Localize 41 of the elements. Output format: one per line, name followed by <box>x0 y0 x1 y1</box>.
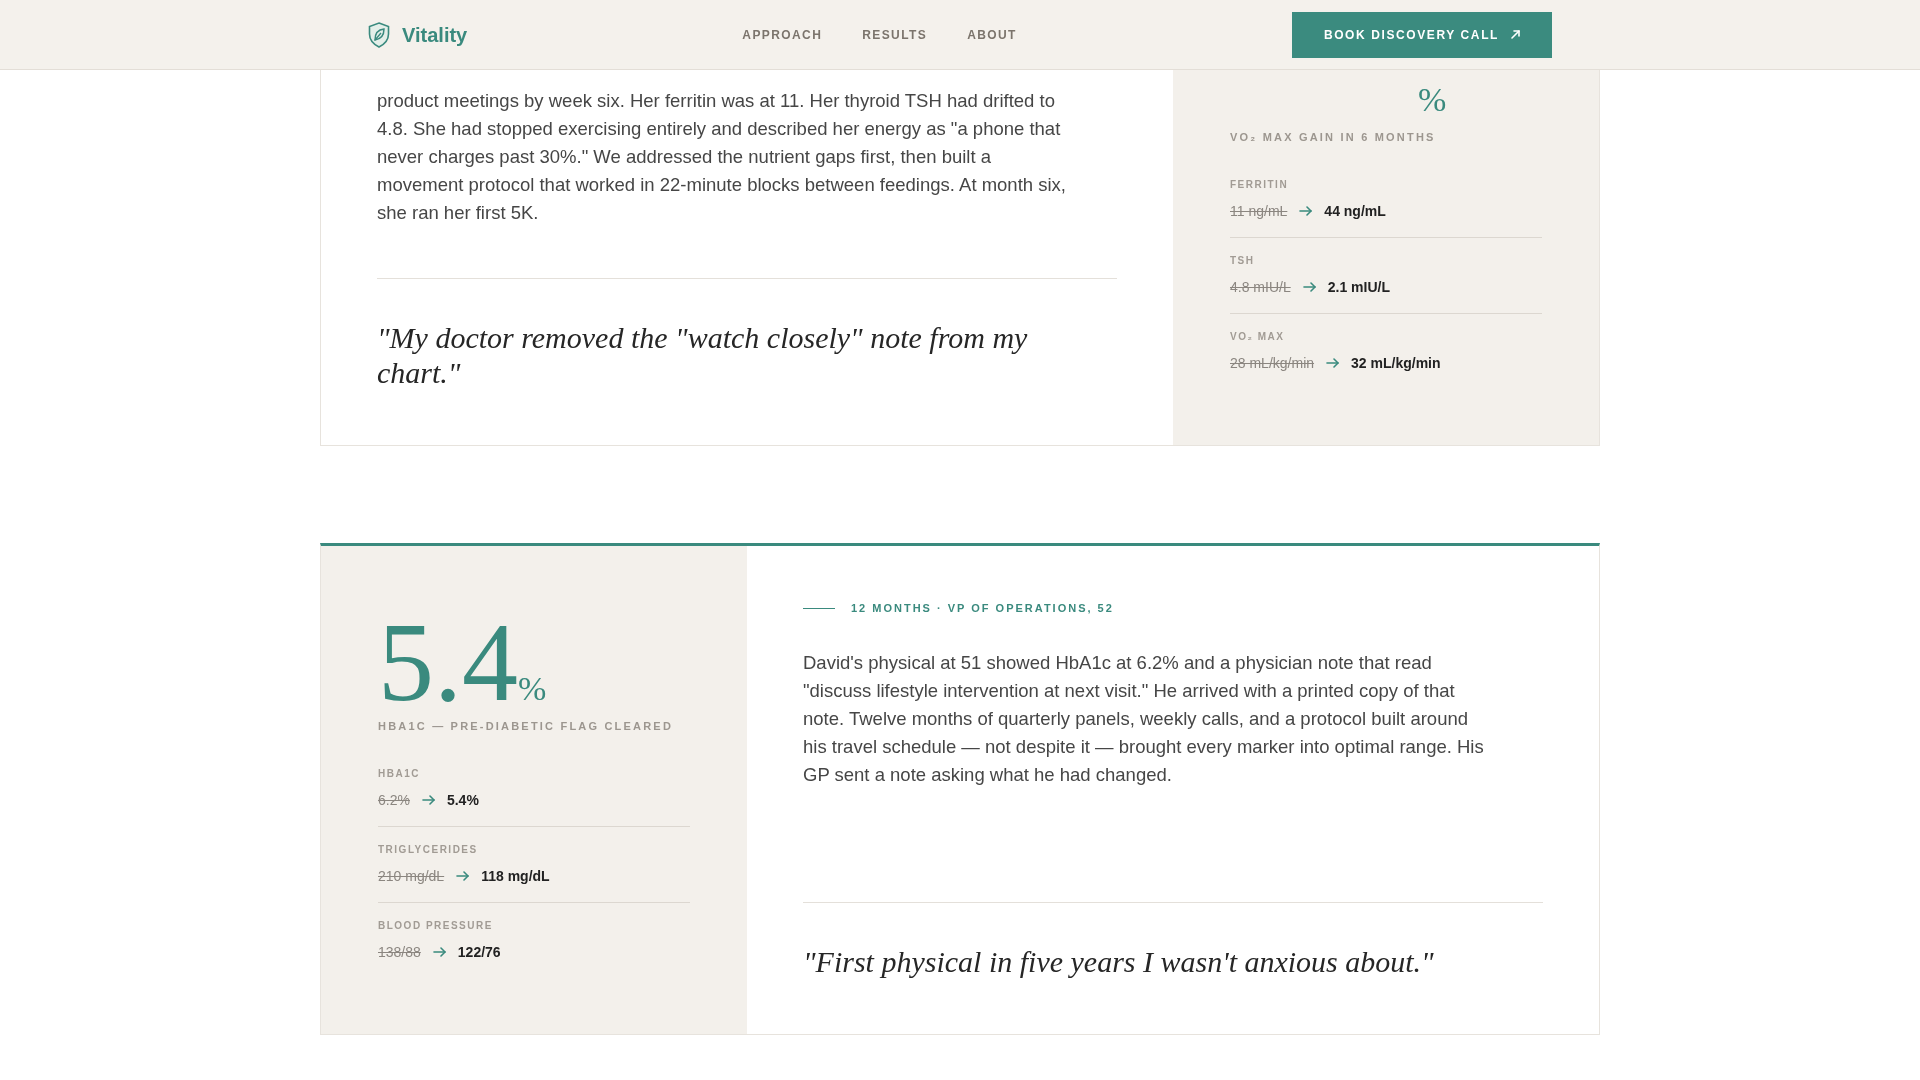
previous-value: 6.2% <box>378 791 410 810</box>
metric-label: TRIGLYCERIDES <box>378 843 479 857</box>
arrow-up-right-icon <box>1511 30 1520 39</box>
stat-caption: HBA1C — PRE-DIABETIC FLAG CLEARED <box>378 719 675 734</box>
metric-label: VO₂ MAX <box>1230 330 1286 344</box>
right-arrow-icon <box>456 871 470 881</box>
nav-link[interactable]: RESULTS <box>862 26 928 43</box>
testimonial-quote: "My doctor removed the "watch closely" note from my chart." <box>377 320 1029 390</box>
nav-link[interactable]: ABOUT <box>967 26 1017 43</box>
right-arrow-icon <box>421 795 435 805</box>
right-arrow-icon <box>1299 206 1313 216</box>
current-value: 32 mL/kg/min <box>1351 354 1441 373</box>
case-story-text: product meetings by week six. Her ferritin was at 11. Her thyroid TSH had drifted to 4.8. She had stopped exercising entirely and described her energy as "a phone that never charges past 30%." We addressed the nutrient gaps first, then built a movement protocol that worked in 22-minute blocks between feedings. At month six, she ran her first 5K. <box>377 89 1067 225</box>
metric-label: BLOOD PRESSURE <box>378 919 494 933</box>
current-value: 122/76 <box>457 943 501 962</box>
metric-label: HBA1C <box>378 767 421 781</box>
current-value: 5.4% <box>446 791 479 810</box>
right-arrow-icon <box>1326 358 1340 368</box>
brand-name[interactable]: Vitality <box>402 22 468 47</box>
right-arrow-icon <box>1302 282 1316 292</box>
previous-value: 4.8 mIU/L <box>1230 278 1291 297</box>
case-story-text: David's physical at 51 showed HbA1c at 6.2% and a physician note that read "discuss lifestyle intervention at next visit." He arrived with a printed copy of that note. Twelve months of quarterly panels, weekly calls, and a protocol built around his travel schedule — not despite it — brought every marker into optimal range. His GP sent a note asking what he had changed. <box>803 651 1485 787</box>
metric-label: FERRITIN <box>1230 178 1290 192</box>
current-value: 118 mg/dL <box>481 867 550 886</box>
case-eyebrow: 12 MONTHS · VP OF OPERATIONS, 52 <box>851 601 1114 616</box>
book-call-button[interactable]: BOOK DISCOVERY CALL <box>1291 11 1552 58</box>
right-arrow-icon <box>432 947 446 957</box>
metric-label: TSH <box>1230 254 1256 268</box>
testimonial-quote: "First physical in five years I wasn't anxious about." <box>803 944 1435 979</box>
stat-caption: VO₂ MAX GAIN IN 6 MONTHS <box>1230 130 1437 145</box>
previous-value: 28 mL/kg/min <box>1230 354 1315 373</box>
stat-unit: % <box>518 672 547 706</box>
previous-value: 210 mg/dL <box>378 867 445 886</box>
stat-unit: % <box>1418 83 1447 117</box>
current-value: 2.1 mIU/L <box>1327 278 1390 297</box>
previous-value: 138/88 <box>378 943 421 962</box>
current-value: 44 ng/mL <box>1324 202 1386 221</box>
previous-value: 11 ng/mL <box>1230 202 1288 221</box>
leaf-shield-icon[interactable] <box>368 21 390 48</box>
nav-link[interactable]: APPROACH <box>742 26 823 43</box>
stat-value: 5.4 <box>378 606 518 718</box>
